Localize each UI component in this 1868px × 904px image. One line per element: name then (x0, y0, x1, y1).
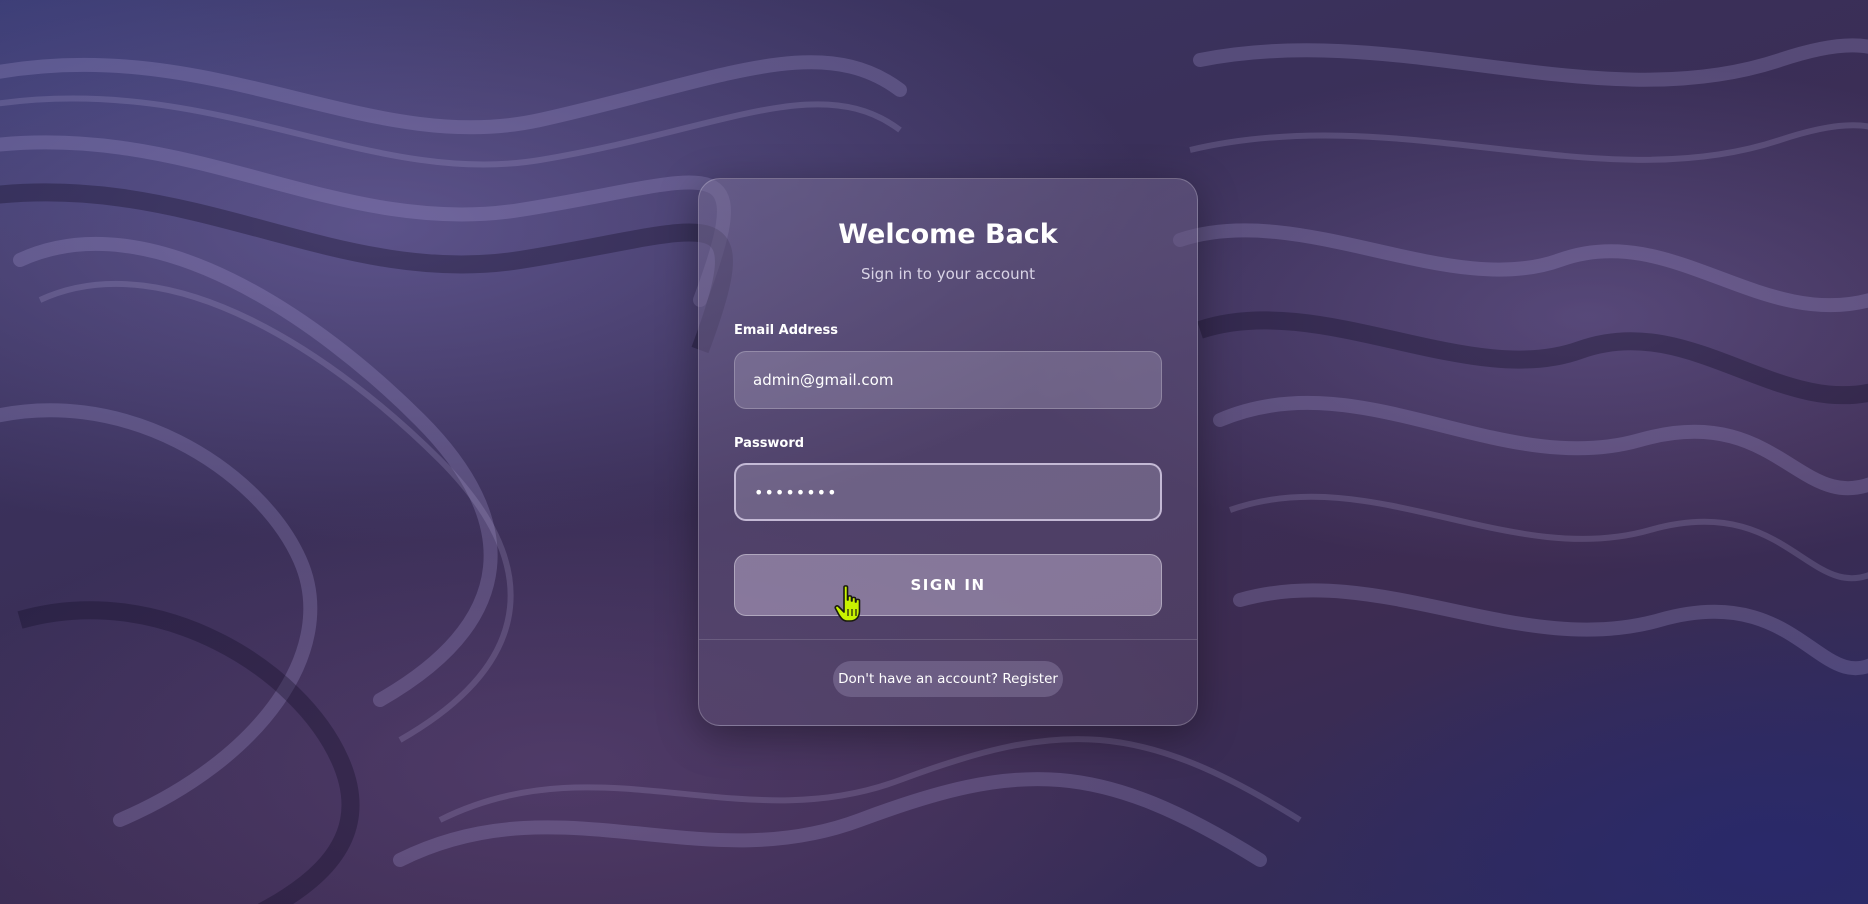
sign-in-button[interactable]: SIGN IN (734, 554, 1162, 616)
register-link[interactable]: Don't have an account? Register (833, 661, 1063, 697)
hand-pointer-icon (834, 585, 861, 622)
password-field[interactable]: •••••••• (734, 463, 1162, 521)
sign-in-button-label: SIGN IN (910, 576, 986, 594)
page-title: Welcome Back (838, 219, 1058, 250)
password-field-value: •••••••• (754, 482, 838, 502)
card-divider (699, 639, 1197, 640)
page-subtitle: Sign in to your account (860, 265, 1035, 283)
email-field-value: admin@gmail.com (753, 371, 894, 389)
register-link-label: Don't have an account? Register (838, 671, 1058, 687)
login-card: Welcome Back Sign in to your account Ema… (698, 178, 1198, 726)
password-label: Password (734, 436, 805, 451)
email-label: Email Address (734, 323, 839, 338)
email-field[interactable]: admin@gmail.com (734, 351, 1162, 409)
